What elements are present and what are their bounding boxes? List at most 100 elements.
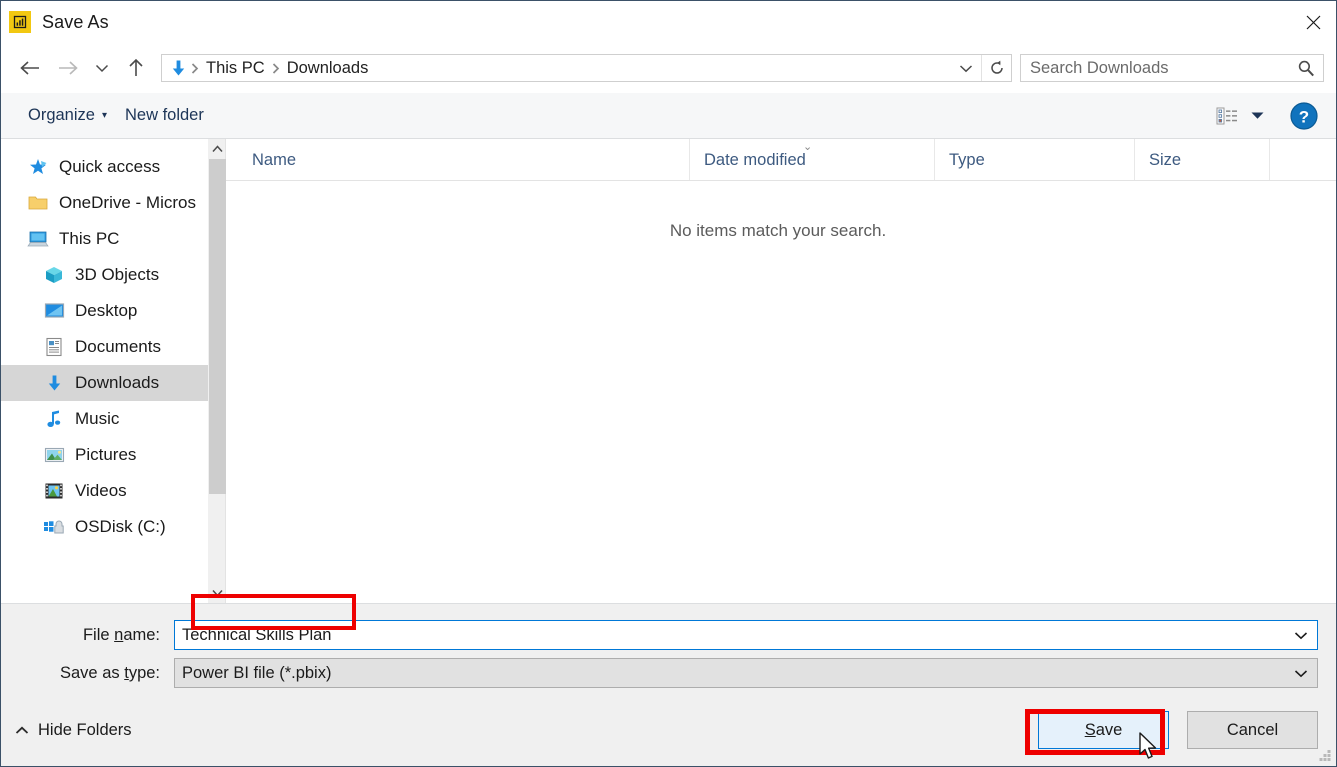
sidebar-item-label: Videos (75, 481, 127, 500)
sidebar-item-label: OSDisk (C:) (75, 517, 166, 536)
sidebar-item-onedrive[interactable]: OneDrive - Micros (1, 185, 208, 221)
title-bar: Save As (1, 1, 1336, 43)
filetype-label-pre: Save as (60, 663, 125, 682)
sidebar-item-label: Pictures (75, 445, 137, 464)
window-title: Save As (42, 11, 109, 32)
hide-folders-button[interactable]: Hide Folders (15, 721, 132, 740)
sidebar-item-quick-access[interactable]: Quick access (1, 149, 208, 185)
column-header-row: Name ⌄ Date modified Type Size (226, 139, 1336, 181)
resize-grip[interactable] (1318, 748, 1332, 762)
filetype-label: Save as type: (19, 664, 174, 683)
dialog-body: Quick access OneDrive - Micros This PC 3… (1, 139, 1336, 603)
filename-label-pre: File (82, 625, 115, 644)
disk-drive-icon (43, 516, 65, 538)
chevron-down-icon: ▾ (101, 109, 107, 121)
sidebar-item-videos[interactable]: Videos (1, 473, 208, 509)
sidebar-item-desktop[interactable]: Desktop (1, 293, 208, 329)
scrollbar-track[interactable] (209, 159, 226, 583)
view-options-caret-icon[interactable] (1244, 99, 1270, 133)
navigation-bar: This PC Downloads (1, 43, 1336, 93)
folder-icon (27, 192, 49, 214)
music-note-icon (43, 408, 65, 430)
column-header-date-label: Date modified (704, 151, 806, 169)
sidebar-item-3d-objects[interactable]: 3D Objects (1, 257, 208, 293)
breadcrumb-this-pc[interactable]: This PC (202, 59, 269, 78)
filename-input[interactable]: Technical Skills Plan (174, 620, 1318, 650)
filetype-label-post: ype: (128, 663, 160, 682)
up-button[interactable] (117, 50, 155, 86)
filename-value[interactable]: Technical Skills Plan (175, 626, 1285, 645)
organize-button[interactable]: Organize ▾ (19, 101, 116, 130)
filename-label: File name: (19, 626, 174, 645)
sidebar-item-label: Documents (75, 337, 161, 356)
document-icon (43, 336, 65, 358)
search-input[interactable] (1021, 57, 1289, 79)
refresh-button[interactable] (981, 55, 1011, 81)
chevron-up-icon (15, 721, 29, 740)
recent-locations-button[interactable] (87, 50, 117, 86)
help-button[interactable]: ? (1282, 96, 1326, 136)
search-box[interactable] (1020, 54, 1324, 82)
sidebar-item-label: Desktop (75, 301, 138, 320)
scrollbar-thumb[interactable] (209, 159, 226, 494)
sidebar-item-label: OneDrive - Micros (59, 193, 196, 212)
sidebar-item-pictures[interactable]: Pictures (1, 437, 208, 473)
save-label-post: ave (1095, 720, 1123, 739)
address-dropdown-button[interactable] (951, 55, 981, 81)
column-header-date-modified[interactable]: ⌄ Date modified (689, 139, 934, 180)
search-icon[interactable] (1289, 59, 1323, 77)
sidebar-item-music[interactable]: Music (1, 401, 208, 437)
filename-label-post: ame: (123, 625, 160, 644)
save-label-accel: S (1084, 720, 1096, 739)
address-bar[interactable]: This PC Downloads (161, 54, 1012, 82)
save-label: Save (1085, 721, 1123, 740)
sort-descending-icon: ⌄ (803, 141, 813, 153)
power-bi-icon (9, 11, 31, 33)
sidebar-item-osdisk[interactable]: OSDisk (C:) (1, 509, 208, 545)
dialog-footer: Hide Folders Save Cancel (1, 694, 1336, 766)
breadcrumb-separator (188, 62, 202, 74)
sidebar-item-label: 3D Objects (75, 265, 160, 284)
sidebar-item-downloads[interactable]: Downloads (1, 365, 208, 401)
filetype-value: Power BI file (*.pbix) (182, 663, 332, 682)
computer-icon (27, 228, 49, 250)
cancel-label: Cancel (1226, 720, 1279, 739)
sidebar-item-documents[interactable]: Documents (1, 329, 208, 365)
new-folder-label: New folder (124, 106, 204, 124)
star-pin-icon (27, 156, 49, 178)
save-button[interactable]: Save (1038, 711, 1169, 749)
new-folder-button[interactable]: New folder (116, 101, 213, 130)
column-header-filler (1269, 139, 1336, 180)
close-button[interactable] (1290, 1, 1336, 43)
save-form: File name: Technical Skills Plan Save as… (1, 603, 1336, 694)
filename-row: File name: Technical Skills Plan (19, 618, 1318, 652)
monitor-icon (43, 300, 65, 322)
scroll-up-button[interactable] (209, 139, 225, 159)
svg-text:?: ? (1299, 107, 1309, 126)
column-header-type[interactable]: Type (934, 139, 1134, 180)
column-header-name[interactable]: Name (226, 139, 689, 180)
cancel-button[interactable]: Cancel (1187, 711, 1318, 749)
sidebar-item-this-pc[interactable]: This PC (1, 221, 208, 257)
back-button[interactable] (11, 50, 49, 86)
filetype-row: Save as type: Power BI file (*.pbix) (19, 656, 1318, 690)
breadcrumb-separator (269, 62, 283, 74)
list-view-icon[interactable] (1210, 99, 1244, 133)
picture-icon (43, 444, 65, 466)
filetype-dropdown-icon[interactable] (1285, 669, 1317, 678)
file-list-pane: Name ⌄ Date modified Type Size No items … (225, 139, 1336, 603)
filetype-select[interactable]: Power BI file (*.pbix) (174, 658, 1318, 688)
forward-button (49, 50, 87, 86)
sidebar-item-label: Quick access (59, 157, 161, 176)
filename-dropdown-icon[interactable] (1285, 631, 1317, 640)
sidebar-item-label: Downloads (75, 373, 160, 392)
breadcrumb-downloads[interactable]: Downloads (283, 59, 373, 78)
scroll-down-button[interactable] (209, 583, 225, 603)
column-header-size[interactable]: Size (1134, 139, 1269, 180)
navigation-pane-scrollbar[interactable] (208, 139, 226, 603)
navigation-pane: Quick access OneDrive - Micros This PC 3… (1, 139, 208, 603)
video-film-icon (43, 480, 65, 502)
download-arrow-icon (43, 372, 65, 394)
downloads-arrow-icon (169, 59, 188, 78)
empty-state-message: No items match your search. (669, 221, 887, 240)
